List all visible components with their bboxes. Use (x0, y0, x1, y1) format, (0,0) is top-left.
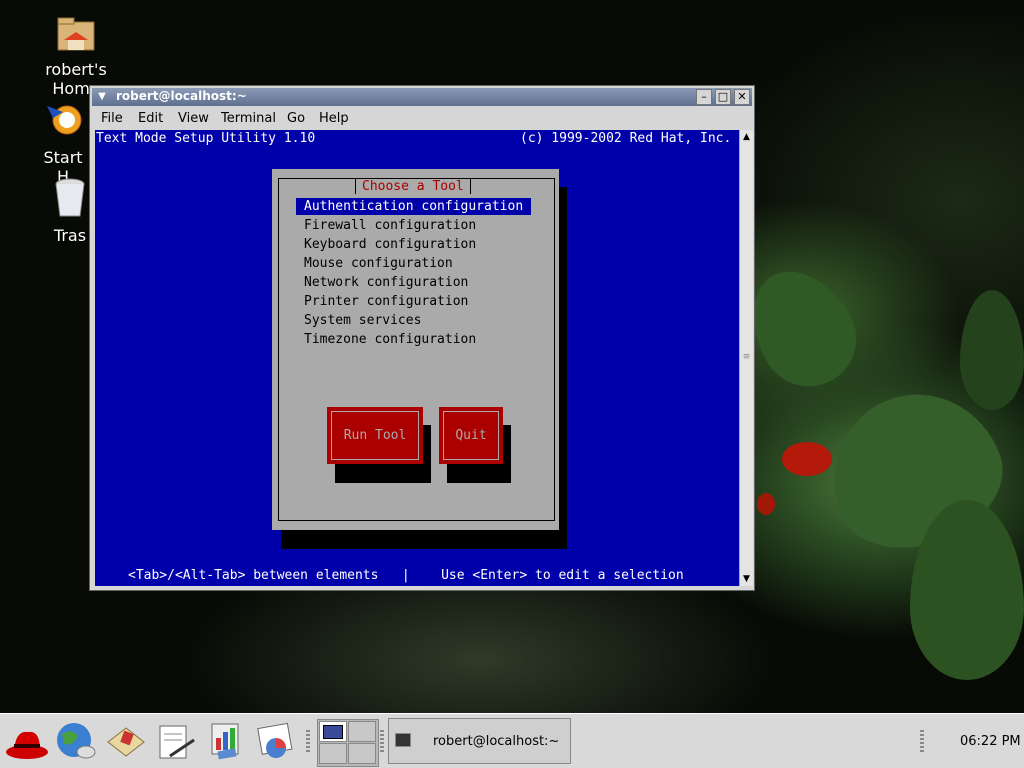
run-tool-button[interactable]: Run Tool (327, 407, 423, 464)
spreadsheet-icon[interactable] (254, 720, 296, 762)
trash-icon (46, 176, 94, 224)
footer-hint: <Tab>/<Alt-Tab> between elements | Use <… (128, 568, 684, 583)
panel-grip[interactable] (920, 730, 924, 754)
scroll-down-icon[interactable]: ▼ (740, 572, 753, 586)
panel-grip[interactable] (380, 730, 384, 754)
workspace-3[interactable] (319, 743, 347, 764)
desktop-icon-trash[interactable]: Tras (45, 176, 95, 245)
menu-terminal[interactable]: Terminal (221, 111, 276, 126)
desktop-icon-start-here[interactable]: Start H (35, 98, 91, 186)
redhat-menu-icon[interactable] (4, 720, 48, 762)
scroll-grip-icon[interactable]: ≡ (740, 350, 753, 364)
workspace-2[interactable] (348, 721, 376, 742)
tool-item-timezone[interactable]: Timezone configuration (296, 331, 484, 348)
choose-tool-dialog: Choose a Tool Authentication configurati… (272, 169, 559, 530)
title-bar[interactable]: ▼ robert@localhost:~ – □ ✕ (92, 88, 752, 106)
tool-item-services[interactable]: System services (296, 312, 429, 329)
tool-item-firewall[interactable]: Firewall configuration (296, 217, 484, 234)
quit-button[interactable]: Quit (439, 407, 503, 464)
menu-file[interactable]: File (101, 111, 123, 126)
web-browser-icon[interactable] (54, 720, 96, 762)
menu-bar: File Edit View Terminal Go Help (92, 108, 752, 130)
tool-item-keyboard[interactable]: Keyboard configuration (296, 236, 484, 253)
workspace-4[interactable] (348, 743, 376, 764)
task-label: robert@localhost:~ (433, 734, 560, 749)
menu-view[interactable]: View (178, 111, 209, 126)
menu-go[interactable]: Go (287, 111, 305, 126)
workspace-pager[interactable] (317, 719, 379, 767)
clock[interactable]: 06:22 PM (960, 734, 1021, 749)
dialog-title: Choose a Tool (355, 179, 471, 194)
menu-edit[interactable]: Edit (138, 111, 163, 126)
desktop-icon-label: Tras (53, 226, 87, 245)
writer-icon[interactable] (154, 720, 196, 762)
minimize-icon[interactable]: – (696, 89, 712, 105)
terminal-icon (395, 733, 411, 747)
header-left: Text Mode Setup Utility 1.10 (96, 131, 316, 146)
terminal-scrollbar[interactable]: ▲ ≡ ▼ (739, 130, 753, 586)
tool-item-printer[interactable]: Printer configuration (296, 293, 476, 310)
taskbar-terminal-button[interactable]: robert@localhost:~ (388, 718, 571, 764)
email-icon[interactable] (104, 720, 146, 762)
quit-label: Quit (455, 428, 487, 443)
menu-help[interactable]: Help (319, 111, 349, 126)
home-folder-icon (52, 10, 100, 58)
panel-grip[interactable] (306, 730, 310, 754)
leaf-decoration (960, 290, 1024, 410)
workspace-1[interactable] (319, 721, 347, 742)
tool-item-mouse[interactable]: Mouse configuration (296, 255, 461, 272)
window-menu-icon[interactable]: ▼ (95, 90, 109, 104)
run-tool-label: Run Tool (343, 428, 407, 443)
header-right: (c) 1999-2002 Red Hat, Inc. (520, 131, 732, 146)
window-title: robert@localhost:~ (116, 89, 247, 103)
presentation-icon[interactable] (204, 720, 246, 762)
tool-item-authentication[interactable]: Authentication configuration (296, 198, 532, 215)
start-here-icon (39, 98, 87, 146)
scroll-up-icon[interactable]: ▲ (740, 130, 753, 144)
close-icon[interactable]: ✕ (734, 89, 750, 105)
terminal-window[interactable]: ▼ robert@localhost:~ – □ ✕ File Edit Vie… (89, 85, 755, 591)
maximize-icon[interactable]: □ (715, 89, 731, 105)
ladybug-image (757, 493, 775, 515)
terminal-screen[interactable]: Text Mode Setup Utility 1.10 (c) 1999-20… (95, 130, 739, 586)
tool-item-network[interactable]: Network configuration (296, 274, 476, 291)
ladybug-image (782, 442, 832, 476)
bottom-panel: robert@localhost:~ 06:22 PM (0, 713, 1024, 768)
